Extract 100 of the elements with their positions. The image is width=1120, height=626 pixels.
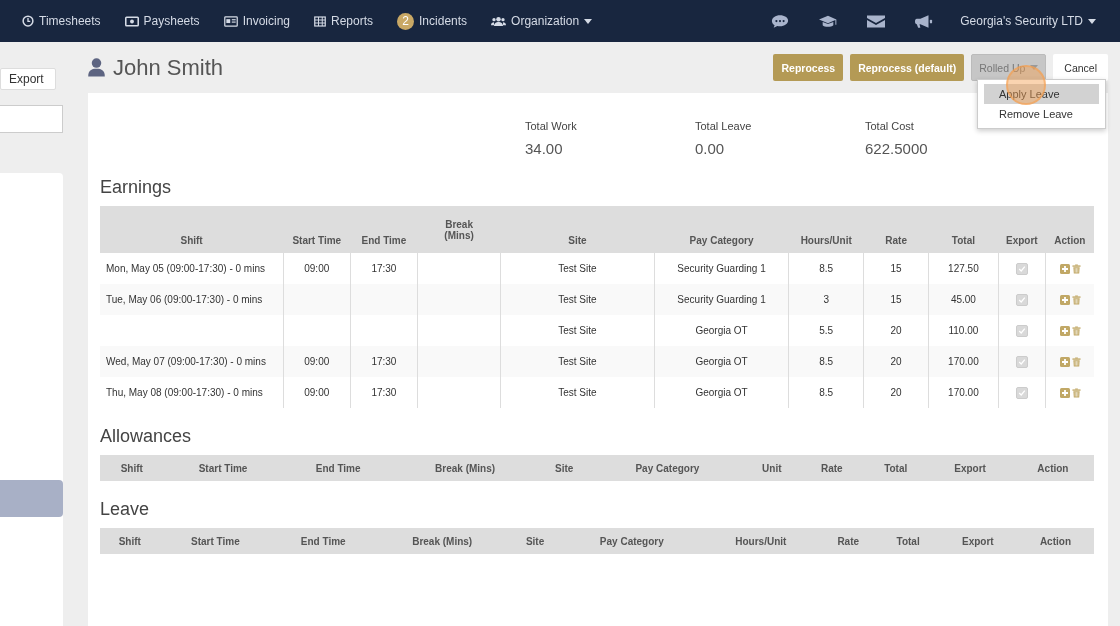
trash-icon[interactable] [1071,326,1081,337]
nav-link[interactable]: Timesheets [10,14,113,28]
column-header: Site [509,528,561,554]
check-icon [1017,357,1026,366]
table-cell: 3 [789,284,864,315]
column-header: Site [536,455,592,481]
plus-icon[interactable] [1059,357,1070,368]
summary-value: 34.00 [525,140,564,157]
section-title: Allowances [100,426,193,447]
table-cell: 17:30 [350,377,418,408]
users-icon [491,15,507,27]
column-header: Shift [100,206,284,253]
summary-value: 0.00 [695,140,726,157]
table-cell: 20 [863,346,929,377]
checkbox[interactable] [1015,386,1028,399]
column-header: Action [1011,455,1094,481]
table-cell: 20 [863,377,929,408]
table-cell: Security Guarding 1 [654,284,789,315]
table-cell: Mon, May 05 (09:00-17:30) - 0 mins [100,253,284,284]
check-icon [1017,264,1026,273]
table-cell: 45.00 [928,284,998,315]
table-cell: Test Site [500,284,655,315]
column-header: End Time [282,455,394,481]
table-cell: 09:00 [283,346,351,377]
column-header: Action [1016,528,1094,554]
column-header: Rate [800,455,863,481]
column-header: Break (Mins) [417,206,501,253]
column-header: Start Time [163,455,283,481]
table-cell: 09:00 [283,377,351,408]
table-cell: Test Site [500,377,655,408]
summary-label: Total Work [525,120,578,132]
trash-icon[interactable] [1071,295,1081,306]
plus-icon[interactable] [1059,264,1070,275]
export-button[interactable]: Export [0,68,56,90]
plus-icon[interactable] [1059,295,1070,306]
account-menu[interactable]: Georgia's Security LTD [948,14,1120,28]
column-header: Unit [742,455,801,481]
column-header: Action [1045,206,1094,253]
column-header: Shift [100,455,164,481]
nav-link[interactable]: 2 Incidents [385,12,480,30]
clock-icon [22,15,34,27]
trash-icon[interactable] [1071,388,1081,399]
table-cell: Test Site [500,346,655,377]
envelope-icon[interactable] [867,13,886,29]
column-header: End Time [350,206,418,253]
column-header: Pay Category [561,528,703,554]
table-cell: 8.5 [789,377,864,408]
table-cell: 170.00 [928,377,998,408]
column-header: End Time [271,528,376,554]
table-cell: 17:30 [350,346,418,377]
table-cell: Georgia OT [654,346,789,377]
checkbox[interactable] [1015,262,1028,275]
trash-icon[interactable] [1071,264,1081,275]
action-button[interactable]: Cancel [1053,54,1108,81]
nav-link[interactable]: Invoicing [211,14,302,28]
user-icon [88,58,105,77]
summary-value: 622.5000 [865,140,929,157]
section-title: Earnings [100,177,173,198]
count-badge: 2 [397,12,415,30]
column-header: Rate [863,206,929,253]
column-header: Site [500,206,655,253]
nav-link[interactable]: Paysheets [112,14,212,28]
table-cell: 15 [863,284,929,315]
column-header: Pay Category [654,206,789,253]
sidebar-button[interactable] [0,480,63,517]
column-header: Export [928,455,1012,481]
check-icon [1017,388,1026,397]
summary-label: Total Leave [695,120,753,132]
table-cell: Georgia OT [654,377,789,408]
column-header: Rate [819,528,878,554]
column-header: Break (Mins) [375,528,510,554]
nav-link[interactable]: Reports [302,14,386,28]
section-title: Leave [100,499,151,520]
column-header: Hours/Unit [789,206,864,253]
banknote-icon [124,15,139,27]
column-header: Total [863,455,929,481]
checkbox[interactable] [1015,293,1028,306]
plus-icon[interactable] [1059,326,1070,337]
column-header: Hours/Unit [702,528,819,554]
input-field[interactable] [0,105,63,133]
megaphone-icon[interactable] [915,13,934,29]
nav-link[interactable]: Organization [479,14,605,28]
column-header: Pay Category [591,455,743,481]
table-cell: Wed, May 07 (09:00-17:30) - 0 mins [100,346,284,377]
graduation-cap-icon[interactable] [819,13,838,29]
checkbox[interactable] [1015,324,1028,337]
summary-label: Total Cost [865,120,915,132]
table-cell: Tue, May 06 (09:00-17:30) - 0 mins [100,284,284,315]
employee-name: John Smith [113,54,224,81]
plus-icon[interactable] [1059,388,1070,399]
column-header: Break (Mins) [393,455,537,481]
menu-item[interactable]: Remove Leave [984,104,1099,124]
caret-icon [1030,65,1039,70]
chat-icon[interactable] [771,13,790,29]
column-header: Shift [100,528,160,554]
column-header: Start Time [159,528,272,554]
check-icon [1017,295,1026,304]
trash-icon[interactable] [1071,357,1081,368]
column-header: Total [877,528,939,554]
checkbox[interactable] [1015,355,1028,368]
